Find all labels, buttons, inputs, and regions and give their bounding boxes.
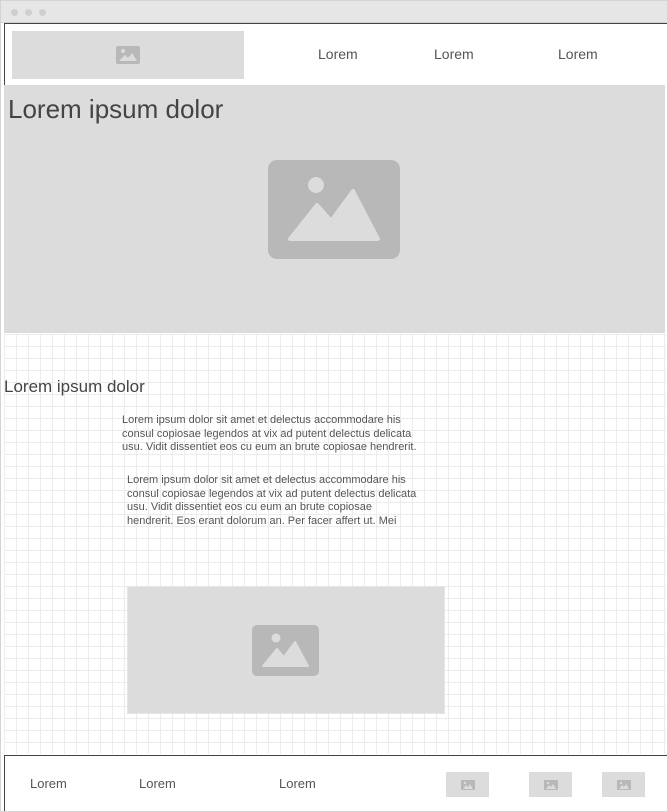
section-heading: Lorem ipsum dolor	[4, 377, 145, 396]
site-header: Lorem Lorem Lorem	[4, 23, 667, 85]
content-image-placeholder	[127, 586, 445, 714]
paragraph-line: Lorem ipsum dolor sit amet et delectus a…	[122, 414, 401, 426]
nav-link-2[interactable]: Lorem	[434, 46, 474, 62]
image-placeholder-icon	[460, 779, 475, 790]
footer-image-placeholder-3[interactable]	[602, 772, 645, 797]
footer-image-placeholder-1[interactable]	[446, 772, 489, 797]
image-placeholder-icon-graphic	[262, 633, 309, 667]
paragraph-line: consul copiosae legendos at vix ad puten…	[127, 487, 417, 500]
browser-window: Lorem Lorem Lorem Lorem ipsum dolor Lore…	[0, 0, 668, 812]
paragraph-line: usu. Vidit dissentiet eos cu eum an brut…	[122, 441, 417, 453]
paragraph-1: Lorem ipsum dolor sit amet et delectus a…	[122, 414, 417, 455]
footer-image-placeholder-2[interactable]	[529, 772, 572, 797]
window-dot-icon[interactable]	[11, 9, 18, 16]
paragraph-line: consul copiosae legendos at vix ad puten…	[122, 427, 412, 440]
image-placeholder-icon	[252, 625, 319, 676]
window-dot-icon[interactable]	[39, 9, 46, 16]
nav-link-3[interactable]: Lorem	[558, 46, 598, 62]
paragraph-2: Lorem ipsum dolor sit amet et delectus a…	[127, 474, 416, 528]
image-placeholder-icon	[288, 177, 380, 241]
logo-placeholder[interactable]	[12, 31, 244, 79]
paragraph-line: Lorem ipsum dolor sit amet et delectus a…	[127, 474, 406, 486]
hero-banner: Lorem ipsum dolor	[4, 85, 665, 333]
paragraph-line: usu. Vidit dissentiet eos cu eum an brut…	[127, 501, 373, 513]
image-placeholder-icon	[543, 779, 558, 790]
hero-title: Lorem ipsum dolor	[8, 94, 224, 124]
footer-link-2[interactable]: Lorem	[139, 776, 176, 791]
window-titlebar	[1, 1, 667, 23]
window-dot-icon[interactable]	[25, 9, 32, 16]
site-footer: Lorem Lorem Lorem	[4, 755, 667, 811]
paragraph-line: hendrerit. Eos erant dolorum an. Per fac…	[127, 514, 397, 527]
image-placeholder-icon	[116, 46, 140, 64]
footer-link-1[interactable]: Lorem	[30, 776, 67, 791]
nav-link-1[interactable]: Lorem	[318, 46, 358, 62]
hero-image-placeholder	[268, 160, 400, 259]
image-placeholder-icon	[616, 779, 631, 790]
footer-link-3[interactable]: Lorem	[279, 776, 316, 791]
content-section: Lorem ipsum dolor Lorem ipsum dolor sit …	[4, 334, 666, 754]
